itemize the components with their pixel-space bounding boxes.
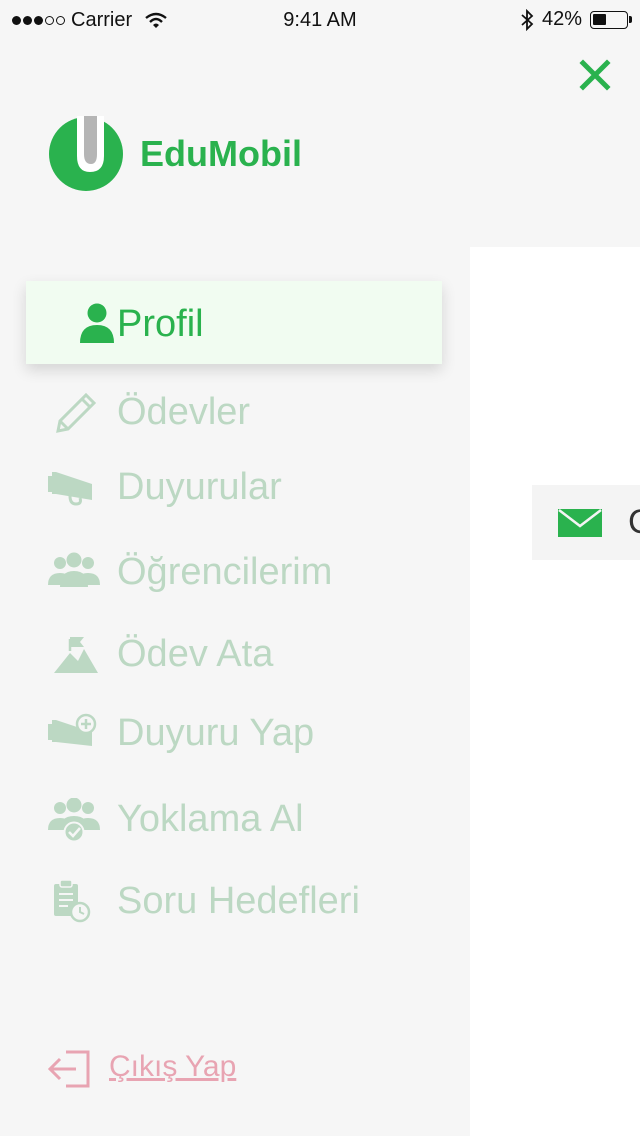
menu-item-label: Yoklama Al	[117, 798, 304, 840]
menu-item-odevler[interactable]: Ödevler	[0, 383, 470, 443]
status-right: 42%	[520, 8, 632, 31]
contact-email-row[interactable]: C	[532, 485, 640, 560]
battery-percent: 42%	[541, 8, 582, 30]
students-icon	[48, 552, 100, 587]
close-icon	[579, 59, 611, 91]
menu-item-odev-ata[interactable]: Ödev Ata	[0, 625, 470, 685]
menu-item-profil[interactable]: Profil	[26, 281, 442, 364]
menu-item-label: Profil	[117, 303, 204, 345]
status-bar: Carrier 9:41 AM 42%	[0, 0, 640, 40]
megaphone-plus-icon	[48, 713, 97, 746]
menu-item-ogrencilerim[interactable]: Öğrencilerim	[0, 543, 470, 603]
main-content-panel	[470, 247, 640, 1136]
clipboard-timer-icon	[54, 880, 91, 923]
bluetooth-icon	[521, 8, 534, 31]
menu-item-label: Duyurular	[117, 466, 282, 508]
app-name: EduMobil	[140, 133, 302, 174]
battery-fill	[593, 13, 606, 25]
menu-item-label: Soru Hedefleri	[117, 880, 360, 922]
megaphone-icon	[48, 472, 92, 506]
mountain-flag-icon	[54, 637, 98, 673]
edumobil-logo-icon	[49, 116, 123, 191]
group-check-icon	[48, 798, 100, 842]
menu-item-label: Ödev Ata	[117, 633, 274, 675]
menu-item-label: Duyuru Yap	[117, 712, 315, 754]
pencil-icon	[56, 392, 97, 433]
menu-item-duyuru-yap[interactable]: Duyuru Yap	[0, 704, 470, 764]
menu-item-yoklama-al[interactable]: Yoklama Al	[0, 790, 470, 850]
close-button[interactable]	[578, 58, 612, 92]
email-text-partial: C	[628, 503, 640, 542]
app-logo: EduMobil	[48, 116, 302, 192]
battery-icon	[590, 10, 632, 29]
menu-item-label: Öğrencilerim	[117, 551, 333, 593]
sign-out-icon	[48, 1050, 90, 1088]
user-icon	[80, 303, 114, 343]
logout-label: Çıkış Yap	[109, 1050, 237, 1083]
menu-item-label: Ödevler	[117, 391, 251, 433]
mail-icon	[558, 509, 602, 537]
menu-item-duyurular[interactable]: Duyurular	[0, 458, 470, 518]
menu-item-soru-hedefleri[interactable]: Soru Hedefleri	[0, 872, 470, 932]
